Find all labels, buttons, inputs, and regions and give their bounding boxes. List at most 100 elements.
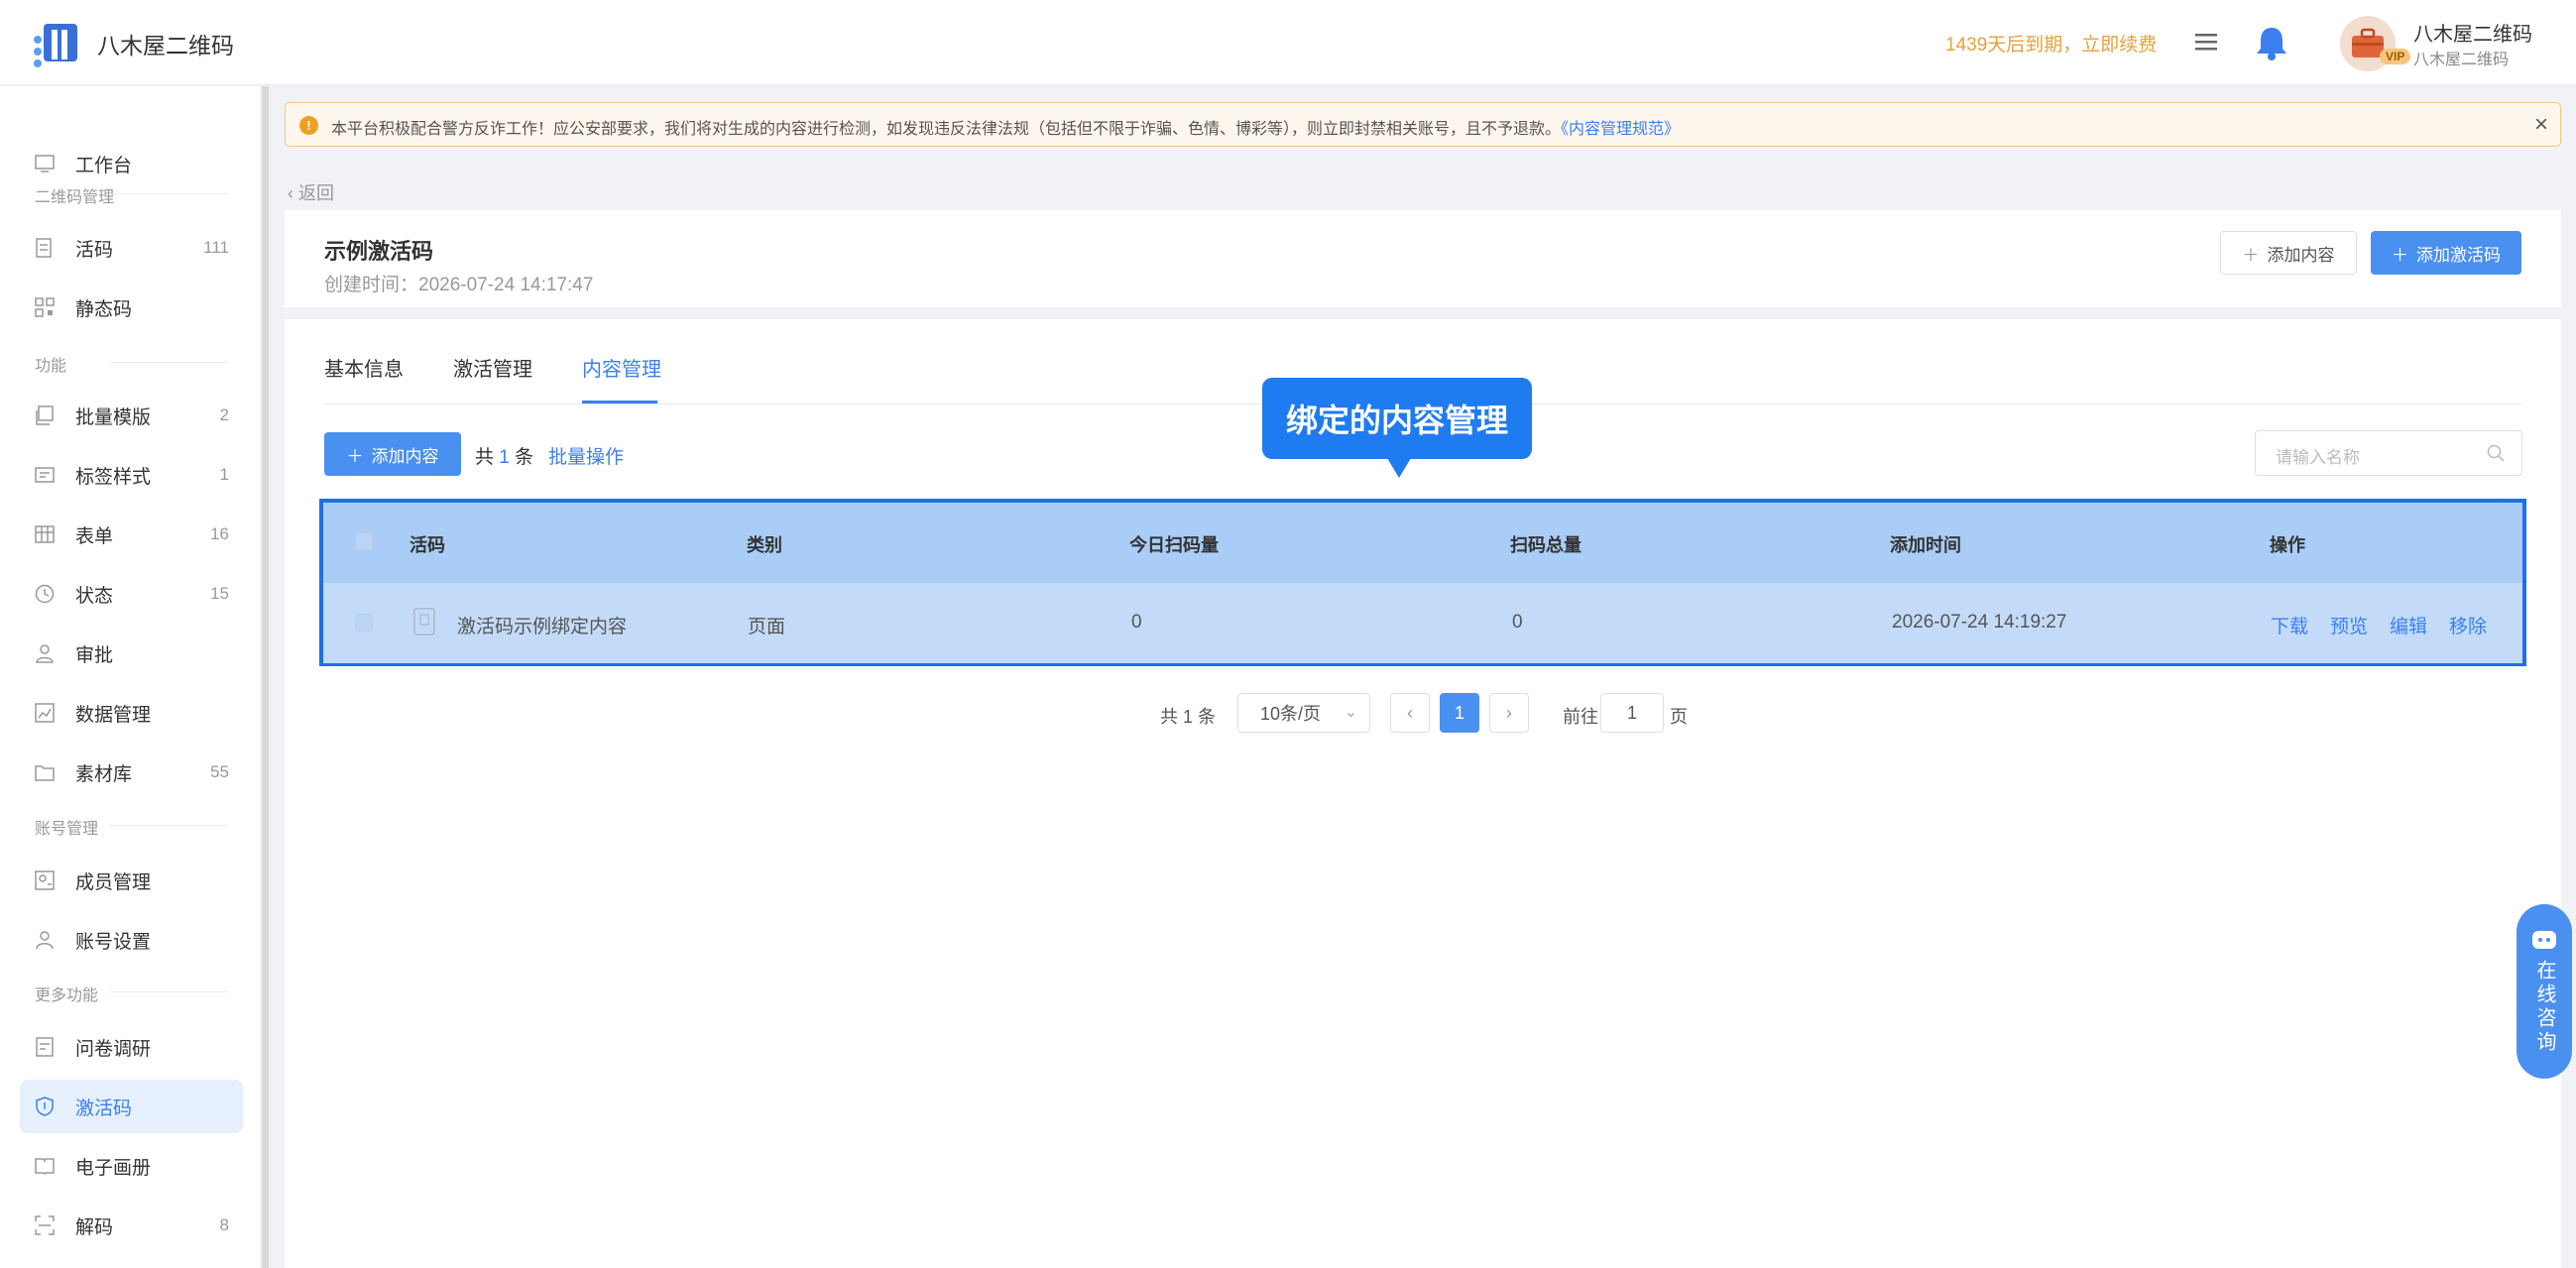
content-card: 基本信息 激活管理 内容管理 ＋ 添加内容 共 1 条 批量操作 请输入名称: [285, 319, 2561, 1268]
button-label: 添加内容: [371, 446, 439, 466]
row-checkbox[interactable]: [355, 614, 373, 632]
plus-icon: ＋: [2392, 245, 2408, 265]
search-icon: [2487, 444, 2505, 462]
folder-icon: [35, 765, 55, 781]
sidebar-item-data-management[interactable]: 数据管理: [20, 686, 243, 740]
content-table: 活码 类别 今日扫码量 扫码总量 添加时间 操作 激活码示例绑定内容 页面 0 …: [319, 499, 2526, 666]
book-icon: [35, 1158, 55, 1176]
plus-icon: ＋: [2242, 245, 2260, 265]
chevron-right-icon: ›: [1506, 702, 1512, 723]
search-input[interactable]: 请输入名称: [2255, 430, 2522, 476]
online-consult-button[interactable]: 在线咨询: [2517, 904, 2572, 1079]
sidebar-item-count: 55: [210, 762, 229, 781]
sidebar-item-members[interactable]: 成员管理: [20, 854, 243, 907]
content-name: 激活码示例绑定内容: [457, 617, 628, 637]
add-content-button[interactable]: ＋ 添加内容: [324, 432, 461, 476]
sidebar-item-survey[interactable]: 问卷调研: [20, 1020, 243, 1074]
sidebar-item-approval[interactable]: 审批: [20, 627, 243, 680]
divider: [109, 825, 228, 826]
search-placeholder: 请输入名称: [2276, 448, 2360, 467]
chevron-down-icon: ⌄: [1344, 704, 1357, 721]
sidebar-item-label-style[interactable]: 标签样式 1: [20, 448, 243, 502]
sidebar-item-static-code[interactable]: 静态码: [20, 281, 243, 334]
menu-icon[interactable]: [2193, 30, 2219, 54]
sidebar-item-workbench[interactable]: 工作台: [20, 137, 243, 190]
sidebar-item-label: 数据管理: [75, 704, 152, 726]
notice-banner: ! 本平台积极配合警方反诈工作！应公安部要求，我们将对生成的内容进行检测，如发现…: [285, 102, 2561, 147]
sidebar-item-count: 2: [219, 405, 229, 424]
total-scans: 0: [1512, 612, 1523, 633]
page-size-value: 10条/页: [1260, 704, 1322, 724]
page-icon: [413, 608, 435, 635]
sidebar-scrollbar[interactable]: [262, 86, 269, 1268]
sidebar-item-label: 问卷调研: [75, 1038, 152, 1060]
expiry-renew-link[interactable]: 1439天后到期，立即续费: [1945, 30, 2157, 57]
sidebar-item-album[interactable]: 电子画册: [20, 1139, 243, 1193]
sidebar-item-label: 活码: [75, 239, 114, 261]
next-page-button[interactable]: ›: [1489, 693, 1529, 733]
tab-activation-management[interactable]: 激活管理: [453, 353, 532, 382]
column-header: 扫码总量: [1510, 535, 1581, 555]
group-label: 二维码管理: [35, 189, 115, 206]
monitor-icon: [35, 155, 55, 173]
plus-icon: ＋: [346, 446, 364, 466]
sidebar-item-batch-template[interactable]: 批量模版 2: [20, 389, 243, 442]
select-all-checkbox[interactable]: [355, 532, 373, 550]
add-activation-code-button[interactable]: ＋ 添加激活码: [2371, 231, 2521, 275]
tag-icon: [35, 467, 55, 483]
divider: [109, 362, 228, 363]
user-name[interactable]: 八木屋二维码: [2413, 18, 2532, 47]
remove-link[interactable]: 移除: [2449, 612, 2487, 638]
column-header: 添加时间: [1890, 535, 1961, 555]
sidebar-item-materials[interactable]: 素材库 55: [20, 746, 243, 799]
members-icon: [35, 870, 55, 890]
group-label: 账号管理: [35, 821, 99, 838]
logo-icon[interactable]: [30, 18, 85, 69]
notice-text: 本平台积极配合警方反诈工作！应公安部要求，我们将对生成的内容进行检测，如发现违反…: [331, 115, 1680, 139]
batch-operation-link[interactable]: 批量操作: [548, 442, 624, 469]
tab-basic-info[interactable]: 基本信息: [324, 353, 404, 382]
tab-content-management[interactable]: 内容管理: [582, 353, 661, 382]
pagination-total: 共 1 条: [1160, 707, 1217, 727]
sidebar-item-decode[interactable]: 解码 8: [20, 1199, 243, 1252]
table-row: 激活码示例绑定内容 页面 0 0 2026-07-24 14:19:27 下载 …: [323, 583, 2522, 663]
page-title: 示例激活码: [324, 239, 434, 264]
group-label: 功能: [35, 358, 67, 375]
sidebar-item-label: 状态: [75, 585, 114, 607]
back-link[interactable]: ‹ 返回: [288, 179, 334, 205]
sidebar-item-label: 账号设置: [75, 931, 152, 953]
user-icon: [36, 931, 54, 950]
goto-page-input[interactable]: 1: [1600, 693, 1664, 733]
total-suffix: 条: [515, 447, 534, 468]
sidebar-item-status[interactable]: 状态 15: [20, 567, 243, 621]
shield-icon: [36, 1096, 54, 1116]
created-time: 创建时间：2026-07-24 14:17:47: [324, 275, 594, 295]
sidebar-item-count: 8: [219, 1215, 229, 1234]
sidebar-item-activation-code[interactable]: 激活码: [20, 1080, 243, 1133]
add-content-header-button[interactable]: ＋ 添加内容: [2220, 231, 2357, 275]
bell-icon[interactable]: [2254, 24, 2289, 61]
today-scans: 0: [1131, 612, 1142, 633]
sidebar-item-live-code[interactable]: 活码 111: [20, 221, 243, 275]
close-icon[interactable]: ×: [2534, 111, 2548, 139]
sidebar-item-account-settings[interactable]: 账号设置: [20, 913, 243, 967]
button-label: 添加内容: [2267, 245, 2335, 265]
sidebar-item-count: 111: [203, 238, 229, 257]
download-link[interactable]: 下载: [2271, 612, 2308, 638]
prev-page-button[interactable]: ‹: [1390, 693, 1430, 733]
sidebar-item-form[interactable]: 表单 16: [20, 508, 243, 561]
column-header: 类别: [747, 535, 782, 555]
consult-label: 在线咨询: [2533, 960, 2555, 1055]
title-card: 示例激活码 创建时间：2026-07-24 14:17:47 ＋ 添加内容 ＋ 添加…: [285, 210, 2561, 307]
edit-link[interactable]: 编辑: [2390, 612, 2427, 638]
total-prefix: 共: [475, 447, 495, 468]
page-size-select[interactable]: 10条/页 ⌄: [1237, 693, 1370, 733]
goto-label: 前往: [1563, 707, 1598, 727]
preview-link[interactable]: 预览: [2330, 612, 2368, 638]
sidebar-item-label: 表单: [75, 525, 114, 547]
sidebar-item-label: 工作台: [75, 155, 133, 176]
logo-text: 八木屋二维码: [97, 33, 234, 58]
total-number: 1: [499, 447, 510, 468]
page-number-button[interactable]: 1: [1440, 693, 1479, 733]
content-policy-link[interactable]: 《内容管理规范》: [1561, 121, 1680, 138]
